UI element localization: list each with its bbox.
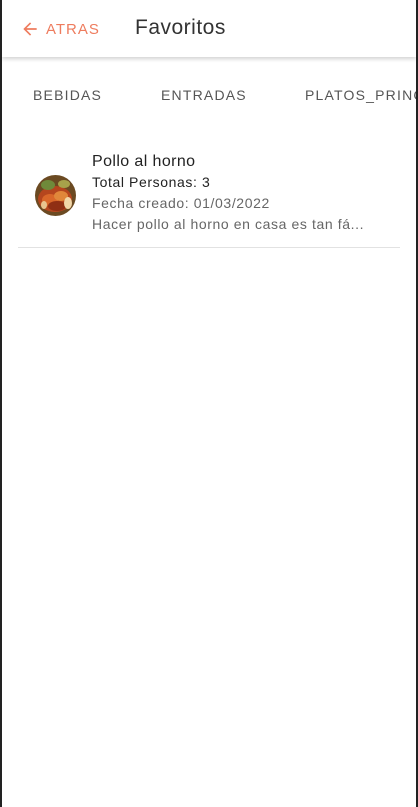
tab-bebidas[interactable]: BEBIDAS: [33, 87, 102, 103]
tab-entradas[interactable]: ENTRADAS: [161, 87, 247, 103]
recipe-date: Fecha creado: 01/03/2022: [92, 195, 270, 211]
category-tabs: BEBIDAS ENTRADAS PLATOS_PRINC: [2, 57, 416, 133]
tab-platos-principales[interactable]: PLATOS_PRINC: [305, 87, 416, 103]
page-title: Favoritos: [135, 16, 226, 39]
arrow-left-icon: [20, 19, 46, 39]
recipe-persons: Total Personas: 3: [92, 174, 211, 190]
back-button-label: ATRAS: [46, 20, 100, 38]
back-button[interactable]: ATRAS: [20, 16, 100, 42]
app-frame: ATRAS Favoritos BEBIDAS ENTRADAS PLATOS_…: [0, 0, 418, 807]
favorite-recipe-item[interactable]: Pollo al horno Total Personas: 3 Fecha c…: [18, 140, 400, 248]
top-toolbar: ATRAS Favoritos: [2, 0, 416, 57]
recipe-thumbnail: [35, 175, 76, 216]
recipe-title: Pollo al horno: [92, 153, 196, 170]
recipe-description: Hacer pollo al horno en casa es tan fá..…: [92, 216, 365, 232]
